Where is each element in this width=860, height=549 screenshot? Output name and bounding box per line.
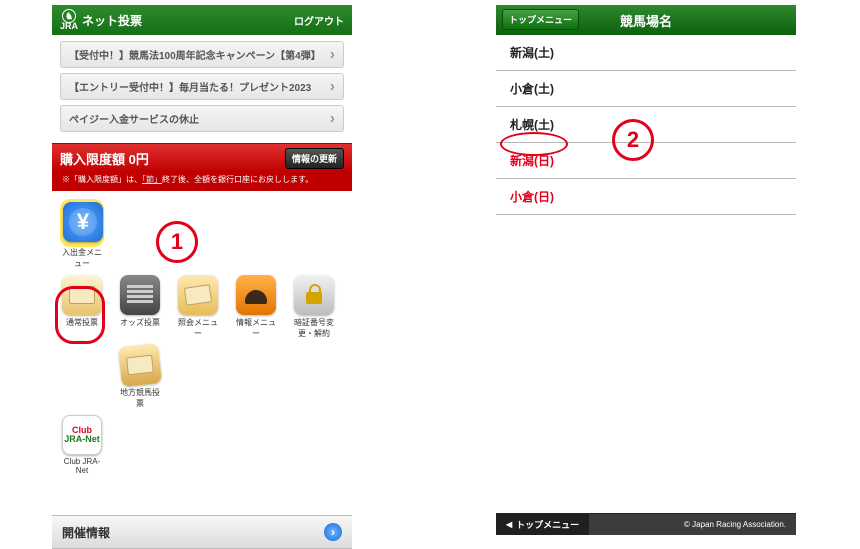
copyright-text: © Japan Racing Association. [684,520,796,529]
odds-vote-button[interactable]: オッズ投票 [118,275,162,339]
yen-icon: ¥ [63,202,103,242]
annotation-circle-1: 1 [156,221,198,263]
page-title: 競馬場名 [620,11,672,30]
phone-left: ♞ JRA ネット投票 ログアウト 【受付中！】競馬法100周年記念キャンペーン… [52,5,352,535]
bottom-bar: ◀ トップメニュー © Japan Racing Association. [496,513,796,535]
section-open-info[interactable]: 開催情報 › [52,515,352,549]
deposit-menu-button[interactable]: ¥ 入出金メニュー [60,199,104,269]
header-bar: ♞ JRA ネット投票 ログアウト [52,5,352,35]
course-row[interactable]: 新潟(土) [496,35,796,71]
course-row[interactable]: 小倉(日) [496,179,796,215]
local-ticket-icon [118,343,162,387]
top-menu-button[interactable]: ◀ トップメニュー [496,514,589,535]
icon-label: 暗証番号変更・解約 [294,318,334,338]
annotation-highlight-normal-vote [55,286,105,344]
app-title: ネット投票 [82,12,142,29]
hardhat-icon [236,275,276,315]
icon-label: Club JRA-Net [64,457,100,475]
club-jra-net-button[interactable]: Club JRA-Net Club JRA-Net [60,415,104,475]
refund-menu-button[interactable]: 照会メニュー [176,275,220,339]
jra-logo: ♞ JRA [60,9,78,31]
odds-icon [120,275,160,315]
pin-change-button[interactable]: 暗証番号変更・解約 [292,275,336,339]
icon-label: 情報メニュー [236,318,276,338]
news-row[interactable]: 【エントリー受付中！】毎月当たる！プレゼント2023 [60,73,344,100]
update-info-button[interactable]: 情報の更新 [285,148,344,169]
triangle-left-icon: ◀ [506,520,512,529]
back-button[interactable]: トップメニュー [502,9,579,30]
club-icon: Club JRA-Net [62,415,102,455]
purchase-limit-bar: 購入限度額 0円 情報の更新 [52,143,352,172]
chevron-right-icon: › [324,523,342,541]
refund-icon [178,275,218,315]
phone-right: トップメニュー 競馬場名 新潟(土) 小倉(土) 札幌(土) 新潟(日) 小倉(… [496,5,796,535]
icon-label: 照会メニュー [178,318,218,338]
annotation-highlight-niigata-sun [500,132,568,156]
news-row[interactable]: 【受付中！】競馬法100周年記念キャンペーン【第4弾】 [60,41,344,68]
course-row[interactable]: 小倉(土) [496,71,796,107]
news-row[interactable]: ペイジー入金サービスの休止 [60,105,344,132]
info-menu-button[interactable]: 情報メニュー [234,275,278,339]
logout-button[interactable]: ログアウト [294,13,344,28]
local-racing-button[interactable]: 地方競馬投票 [118,345,162,409]
section-title: 開催情報 [62,524,110,541]
purchase-limit-label: 購入限度額 0円 [60,149,149,168]
news-list: 【受付中！】競馬法100周年記念キャンペーン【第4弾】 【エントリー受付中！】毎… [52,35,352,143]
icon-label: オッズ投票 [120,318,160,327]
annotation-circle-2: 2 [612,119,654,161]
limit-note-link[interactable]: 「節」 [142,175,162,184]
jra-text: JRA [60,21,78,31]
purchase-limit-note: ※「購入限度額」は、「節」終了後、全額を銀行口座にお戻しします。 [52,172,352,191]
icon-label: 入出金メニュー [62,248,102,268]
lock-icon [294,275,334,315]
icon-label: 地方競馬投票 [120,388,160,408]
header-bar: トップメニュー 競馬場名 [496,5,796,35]
